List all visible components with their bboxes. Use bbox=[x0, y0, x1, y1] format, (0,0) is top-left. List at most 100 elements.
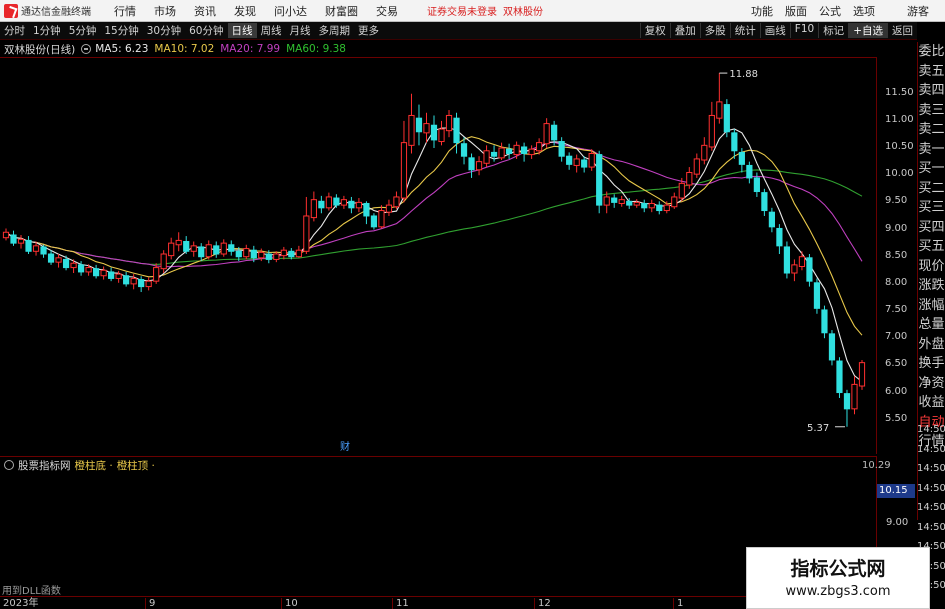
stats-button[interactable]: 统计 bbox=[729, 23, 760, 38]
multi-stock-button[interactable]: 多股 bbox=[699, 23, 730, 38]
candle[interactable] bbox=[303, 196, 310, 254]
candle[interactable] bbox=[445, 110, 453, 138]
side-panel-item[interactable]: 卖四 bbox=[918, 81, 945, 101]
guest-user[interactable]: 游客 bbox=[901, 3, 935, 19]
candle[interactable] bbox=[468, 153, 475, 178]
candle[interactable] bbox=[648, 199, 655, 213]
login-notice[interactable]: 证券交易未登录 bbox=[427, 3, 497, 18]
candle[interactable] bbox=[93, 264, 100, 279]
menu-market-quotes[interactable]: 行情 bbox=[105, 3, 145, 19]
side-panel-item[interactable]: 收益 bbox=[918, 393, 945, 413]
side-panel-item[interactable]: 涨幅 bbox=[918, 296, 945, 316]
f10-button[interactable]: F10 bbox=[789, 23, 818, 38]
candle[interactable] bbox=[573, 154, 580, 173]
draw-line-button[interactable]: 画线 bbox=[759, 23, 790, 38]
candle[interactable] bbox=[453, 112, 460, 154]
side-panel-item[interactable]: 买四 bbox=[918, 218, 945, 238]
adjust-button[interactable]: 复权 bbox=[639, 23, 670, 38]
candle[interactable] bbox=[716, 73, 723, 124]
candle[interactable] bbox=[55, 254, 62, 268]
candle[interactable] bbox=[213, 241, 220, 258]
period-30min[interactable]: 30分钟 bbox=[143, 23, 185, 38]
candle[interactable] bbox=[618, 195, 625, 207]
period-more[interactable]: 更多 bbox=[354, 23, 383, 38]
side-panel-item[interactable]: 换手 bbox=[918, 354, 945, 374]
candle[interactable] bbox=[543, 118, 550, 149]
side-panel-item[interactable]: 买三 bbox=[918, 198, 945, 218]
candle[interactable] bbox=[333, 194, 340, 208]
menu-formula[interactable]: 公式 bbox=[813, 3, 847, 19]
candle[interactable] bbox=[168, 237, 175, 260]
period-multi[interactable]: 多周期 bbox=[315, 23, 355, 38]
candle[interactable] bbox=[400, 120, 408, 203]
side-panel-item[interactable]: 外盘 bbox=[918, 335, 945, 355]
candle[interactable] bbox=[430, 115, 438, 149]
indicator-toggle-icon-2[interactable] bbox=[4, 460, 14, 470]
candle[interactable] bbox=[438, 120, 445, 146]
candle[interactable] bbox=[40, 244, 47, 258]
menu-news[interactable]: 资讯 bbox=[185, 3, 225, 19]
candle[interactable] bbox=[528, 145, 535, 159]
candle[interactable] bbox=[731, 129, 738, 159]
candle[interactable] bbox=[348, 196, 355, 214]
candle[interactable] bbox=[243, 244, 250, 260]
candle[interactable] bbox=[776, 224, 783, 254]
candle[interactable] bbox=[821, 305, 828, 339]
candle[interactable] bbox=[175, 232, 182, 252]
candle[interactable] bbox=[708, 101, 715, 151]
candle[interactable] bbox=[340, 195, 347, 209]
candle[interactable] bbox=[858, 359, 866, 390]
candle[interactable] bbox=[17, 234, 25, 249]
candle[interactable] bbox=[490, 145, 498, 162]
side-panel-item[interactable]: 买五 bbox=[918, 237, 945, 257]
candle[interactable] bbox=[123, 271, 130, 287]
candle[interactable] bbox=[723, 99, 730, 138]
candle[interactable] bbox=[10, 230, 17, 246]
candle[interactable] bbox=[415, 104, 423, 146]
menu-functions[interactable]: 功能 bbox=[745, 3, 779, 19]
candle[interactable] bbox=[483, 145, 490, 168]
period-15min[interactable]: 15分钟 bbox=[100, 23, 142, 38]
candle[interactable] bbox=[633, 199, 640, 208]
candle[interactable] bbox=[138, 276, 145, 293]
candle[interactable] bbox=[806, 254, 813, 287]
candle[interactable] bbox=[183, 236, 190, 254]
candle[interactable] bbox=[843, 389, 851, 427]
candle[interactable] bbox=[498, 142, 505, 161]
period-1min[interactable]: 1分钟 bbox=[29, 23, 65, 38]
candle[interactable] bbox=[393, 191, 400, 209]
candle[interactable] bbox=[761, 188, 768, 216]
candle[interactable] bbox=[581, 156, 588, 173]
candle[interactable] bbox=[423, 112, 430, 143]
candle[interactable] bbox=[198, 243, 205, 262]
menu-layout[interactable]: 版面 bbox=[779, 3, 813, 19]
candle[interactable] bbox=[408, 93, 415, 154]
candle[interactable] bbox=[641, 199, 648, 213]
side-panel-item[interactable]: 净资 bbox=[918, 374, 945, 394]
overlay-button[interactable]: 叠加 bbox=[669, 23, 700, 38]
candle[interactable] bbox=[145, 277, 152, 291]
candle[interactable] bbox=[671, 192, 678, 209]
add-watchlist-button[interactable]: +自选 bbox=[848, 23, 887, 38]
menu-options[interactable]: 选项 bbox=[847, 3, 881, 19]
indicator-toggle-icon[interactable] bbox=[81, 44, 92, 54]
candle[interactable] bbox=[656, 201, 663, 215]
menu-wealth-circle[interactable]: 财富圈 bbox=[316, 3, 367, 19]
candle[interactable] bbox=[100, 266, 107, 280]
event-marker[interactable]: 财 bbox=[340, 440, 350, 453]
side-panel-item[interactable]: 卖一 bbox=[918, 140, 945, 160]
period-timeshare[interactable]: 分时 bbox=[0, 23, 29, 38]
candle[interactable] bbox=[768, 207, 775, 233]
back-button[interactable]: 返回 bbox=[887, 23, 917, 38]
candle[interactable] bbox=[370, 213, 378, 230]
candle[interactable] bbox=[318, 195, 325, 214]
candle[interactable] bbox=[798, 251, 806, 271]
candle[interactable] bbox=[828, 330, 836, 366]
side-panel-item[interactable]: 卖二 bbox=[918, 120, 945, 140]
side-panel-item[interactable]: 委比 bbox=[918, 42, 945, 62]
candle[interactable] bbox=[108, 267, 115, 282]
menu-discover[interactable]: 发现 bbox=[225, 3, 265, 19]
candle[interactable] bbox=[596, 150, 603, 214]
candlestick-chart[interactable]: 11.88 5.37 财 bbox=[0, 58, 877, 454]
period-5min[interactable]: 5分钟 bbox=[65, 23, 101, 38]
